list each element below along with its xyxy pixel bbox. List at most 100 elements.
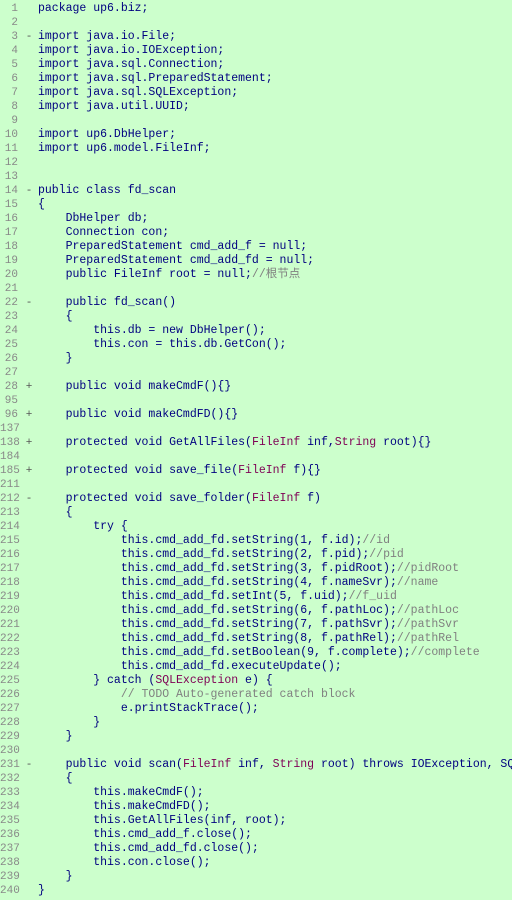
line-number: 6 [0, 72, 22, 86]
line-number: 212 [0, 492, 22, 506]
line-expand [22, 618, 36, 632]
code-line: 17 Connection con; [0, 226, 512, 240]
line-number: 23 [0, 310, 22, 324]
line-expand[interactable]: - [22, 758, 36, 772]
line-number: 217 [0, 562, 22, 576]
code-line: 215 this.cmd_add_fd.setString(1, f.id);/… [0, 534, 512, 548]
line-number: 7 [0, 86, 22, 100]
line-content: import up6.model.FileInf; [36, 142, 512, 156]
code-line: 223 this.cmd_add_fd.setBoolean(9, f.comp… [0, 646, 512, 660]
line-expand[interactable]: + [22, 464, 36, 478]
code-editor: 1 package up6.biz;2 3-import java.io.Fil… [0, 0, 512, 900]
code-line: 218 this.cmd_add_fd.setString(4, f.nameS… [0, 576, 512, 590]
line-expand [22, 58, 36, 72]
line-expand [22, 142, 36, 156]
code-line: 236 this.cmd_add_f.close(); [0, 828, 512, 842]
line-expand[interactable]: - [22, 296, 36, 310]
line-number: 232 [0, 772, 22, 786]
line-expand [22, 16, 36, 30]
line-content: { [36, 772, 512, 786]
line-content: this.makeCmdFD(); [36, 800, 512, 814]
code-line: 21 [0, 282, 512, 296]
code-line: 20 public FileInf root = null;//根节点 [0, 268, 512, 282]
line-number: 138 [0, 436, 22, 450]
line-number: 214 [0, 520, 22, 534]
line-number: 185 [0, 464, 22, 478]
line-number: 223 [0, 646, 22, 660]
line-content: this.makeCmdF(); [36, 786, 512, 800]
code-line: 240 } [0, 884, 512, 898]
line-expand [22, 702, 36, 716]
line-number: 14 [0, 184, 22, 198]
line-content: this.cmd_add_fd.setString(3, f.pidRoot);… [36, 562, 512, 576]
line-content: { [36, 506, 512, 520]
line-content: import java.util.UUID; [36, 100, 512, 114]
line-number: 221 [0, 618, 22, 632]
code-line: 8 import java.util.UUID; [0, 100, 512, 114]
line-content: public void makeCmdF(){} [36, 380, 512, 394]
line-content: } [36, 716, 512, 730]
line-content [36, 156, 512, 170]
line-number: 218 [0, 576, 22, 590]
line-content [36, 16, 512, 30]
line-content: this.cmd_add_fd.close(); [36, 842, 512, 856]
line-content [36, 170, 512, 184]
line-number: 219 [0, 590, 22, 604]
line-expand [22, 254, 36, 268]
code-line: 138+ protected void GetAllFiles(FileInf … [0, 436, 512, 450]
line-expand [22, 786, 36, 800]
line-expand[interactable]: + [22, 436, 36, 450]
line-expand [22, 422, 36, 436]
line-content: // TODO Auto-generated catch block [36, 688, 512, 702]
line-expand[interactable]: - [22, 492, 36, 506]
line-content: this.cmd_add_fd.setInt(5, f.uid);//f_uid [36, 590, 512, 604]
code-line: 211 [0, 478, 512, 492]
line-number: 230 [0, 744, 22, 758]
line-content: Connection con; [36, 226, 512, 240]
line-content: public fd_scan() [36, 296, 512, 310]
code-line: 24 this.db = new DbHelper(); [0, 324, 512, 338]
line-number: 220 [0, 604, 22, 618]
line-content: e.printStackTrace(); [36, 702, 512, 716]
code-line: 13 [0, 170, 512, 184]
line-content: this.cmd_add_fd.setString(6, f.pathLoc);… [36, 604, 512, 618]
line-number: 95 [0, 394, 22, 408]
line-expand[interactable]: + [22, 380, 36, 394]
line-expand [22, 100, 36, 114]
code-line: 184 [0, 450, 512, 464]
code-line: 16 DbHelper db; [0, 212, 512, 226]
line-content: public void makeCmdFD(){} [36, 408, 512, 422]
line-number: 9 [0, 114, 22, 128]
line-content: protected void GetAllFiles(FileInf inf,S… [36, 436, 512, 450]
line-expand [22, 310, 36, 324]
line-number: 5 [0, 58, 22, 72]
line-expand [22, 562, 36, 576]
line-number: 1 [0, 2, 22, 16]
line-number: 28 [0, 380, 22, 394]
code-line: 235 this.GetAllFiles(inf, root); [0, 814, 512, 828]
line-expand [22, 478, 36, 492]
code-line: 224 this.cmd_add_fd.executeUpdate(); [0, 660, 512, 674]
line-expand [22, 534, 36, 548]
line-expand [22, 520, 36, 534]
line-expand [22, 198, 36, 212]
line-expand[interactable]: - [22, 184, 36, 198]
code-line: 234 this.makeCmdFD(); [0, 800, 512, 814]
line-content: this.con = this.db.GetCon(); [36, 338, 512, 352]
line-expand[interactable]: + [22, 408, 36, 422]
line-content: } catch (SQLException e) { [36, 674, 512, 688]
code-line: 219 this.cmd_add_fd.setInt(5, f.uid);//f… [0, 590, 512, 604]
line-content: public void scan(FileInf inf, String roo… [36, 758, 512, 772]
code-line: 137 [0, 422, 512, 436]
line-content: import java.io.File; [36, 30, 512, 44]
line-expand [22, 842, 36, 856]
line-number: 24 [0, 324, 22, 338]
line-number: 224 [0, 660, 22, 674]
code-line: 7 import java.sql.SQLException; [0, 86, 512, 100]
code-line: 216 this.cmd_add_fd.setString(2, f.pid);… [0, 548, 512, 562]
line-content: try { [36, 520, 512, 534]
code-line: 212- protected void save_folder(FileInf … [0, 492, 512, 506]
line-expand[interactable]: - [22, 30, 36, 44]
code-line: 221 this.cmd_add_fd.setString(7, f.pathS… [0, 618, 512, 632]
code-line: 217 this.cmd_add_fd.setString(3, f.pidRo… [0, 562, 512, 576]
